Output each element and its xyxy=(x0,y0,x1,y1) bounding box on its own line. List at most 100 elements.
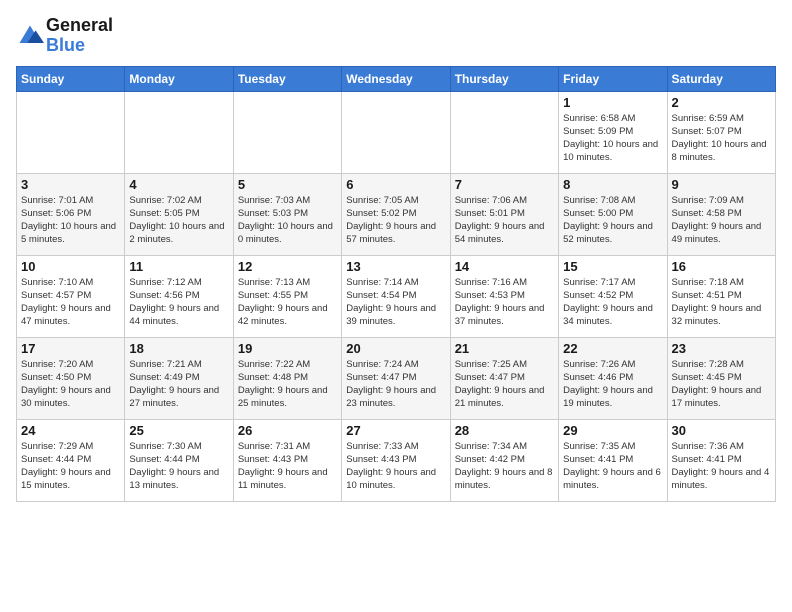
day-info: Sunrise: 7:34 AM Sunset: 4:42 PM Dayligh… xyxy=(455,440,554,493)
calendar-header-row: SundayMondayTuesdayWednesdayThursdayFrid… xyxy=(17,66,776,91)
calendar-cell: 26 Sunrise: 7:31 AM Sunset: 4:43 PM Dayli… xyxy=(233,419,341,501)
calendar-cell: 19 Sunrise: 7:22 AM Sunset: 4:48 PM Dayli… xyxy=(233,337,341,419)
day-info: Sunrise: 7:36 AM Sunset: 4:41 PM Dayligh… xyxy=(672,440,771,493)
day-number: 23 xyxy=(672,341,771,356)
calendar-cell: 22 Sunrise: 7:26 AM Sunset: 4:46 PM Dayli… xyxy=(559,337,667,419)
day-info: Sunrise: 7:09 AM Sunset: 4:58 PM Dayligh… xyxy=(672,194,771,247)
day-info: Sunrise: 7:33 AM Sunset: 4:43 PM Dayligh… xyxy=(346,440,445,493)
day-info: Sunrise: 7:18 AM Sunset: 4:51 PM Dayligh… xyxy=(672,276,771,329)
day-info: Sunrise: 7:13 AM Sunset: 4:55 PM Dayligh… xyxy=(238,276,337,329)
day-number: 20 xyxy=(346,341,445,356)
day-info: Sunrise: 6:58 AM Sunset: 5:09 PM Dayligh… xyxy=(563,112,662,165)
calendar-cell: 10 Sunrise: 7:10 AM Sunset: 4:57 PM Dayli… xyxy=(17,255,125,337)
calendar-cell: 12 Sunrise: 7:13 AM Sunset: 4:55 PM Dayli… xyxy=(233,255,341,337)
day-number: 24 xyxy=(21,423,120,438)
day-number: 4 xyxy=(129,177,228,192)
day-info: Sunrise: 7:01 AM Sunset: 5:06 PM Dayligh… xyxy=(21,194,120,247)
calendar-header-monday: Monday xyxy=(125,66,233,91)
header: General Blue xyxy=(16,16,776,56)
calendar-header-sunday: Sunday xyxy=(17,66,125,91)
calendar-cell: 30 Sunrise: 7:36 AM Sunset: 4:41 PM Dayli… xyxy=(667,419,775,501)
calendar-cell xyxy=(125,91,233,173)
calendar-cell: 1 Sunrise: 6:58 AM Sunset: 5:09 PM Daylig… xyxy=(559,91,667,173)
day-number: 16 xyxy=(672,259,771,274)
day-number: 21 xyxy=(455,341,554,356)
day-number: 22 xyxy=(563,341,662,356)
day-info: Sunrise: 6:59 AM Sunset: 5:07 PM Dayligh… xyxy=(672,112,771,165)
day-number: 18 xyxy=(129,341,228,356)
calendar-cell: 11 Sunrise: 7:12 AM Sunset: 4:56 PM Dayli… xyxy=(125,255,233,337)
calendar-cell: 27Sunrise: 7:33 AM Sunset: 4:43 PM Dayli… xyxy=(342,419,450,501)
day-number: 15 xyxy=(563,259,662,274)
calendar-cell: 23 Sunrise: 7:28 AM Sunset: 4:45 PM Dayli… xyxy=(667,337,775,419)
day-number: 11 xyxy=(129,259,228,274)
calendar-cell: 25Sunrise: 7:30 AM Sunset: 4:44 PM Dayli… xyxy=(125,419,233,501)
day-info: Sunrise: 7:14 AM Sunset: 4:54 PM Dayligh… xyxy=(346,276,445,329)
calendar-cell: 17 Sunrise: 7:20 AM Sunset: 4:50 PM Dayli… xyxy=(17,337,125,419)
logo-general: General xyxy=(46,15,113,35)
day-number: 7 xyxy=(455,177,554,192)
day-number: 28 xyxy=(455,423,554,438)
day-number: 19 xyxy=(238,341,337,356)
day-info: Sunrise: 7:12 AM Sunset: 4:56 PM Dayligh… xyxy=(129,276,228,329)
calendar-cell: 14 Sunrise: 7:16 AM Sunset: 4:53 PM Dayli… xyxy=(450,255,558,337)
day-info: Sunrise: 7:22 AM Sunset: 4:48 PM Dayligh… xyxy=(238,358,337,411)
calendar-cell xyxy=(450,91,558,173)
calendar-header-wednesday: Wednesday xyxy=(342,66,450,91)
calendar-cell xyxy=(17,91,125,173)
day-number: 13 xyxy=(346,259,445,274)
calendar-cell: 16 Sunrise: 7:18 AM Sunset: 4:51 PM Dayli… xyxy=(667,255,775,337)
calendar-cell: 4Sunrise: 7:02 AM Sunset: 5:05 PM Daylig… xyxy=(125,173,233,255)
calendar-cell: 18 Sunrise: 7:21 AM Sunset: 4:49 PM Dayli… xyxy=(125,337,233,419)
calendar-cell: 2 Sunrise: 6:59 AM Sunset: 5:07 PM Daylig… xyxy=(667,91,775,173)
calendar-table: SundayMondayTuesdayWednesdayThursdayFrid… xyxy=(16,66,776,502)
day-info: Sunrise: 7:28 AM Sunset: 4:45 PM Dayligh… xyxy=(672,358,771,411)
calendar-cell: 13 Sunrise: 7:14 AM Sunset: 4:54 PM Dayli… xyxy=(342,255,450,337)
calendar-cell: 28 Sunrise: 7:34 AM Sunset: 4:42 PM Dayli… xyxy=(450,419,558,501)
day-info: Sunrise: 7:26 AM Sunset: 4:46 PM Dayligh… xyxy=(563,358,662,411)
day-info: Sunrise: 7:17 AM Sunset: 4:52 PM Dayligh… xyxy=(563,276,662,329)
calendar-cell: 8Sunrise: 7:08 AM Sunset: 5:00 PM Daylig… xyxy=(559,173,667,255)
calendar-cell xyxy=(342,91,450,173)
day-number: 14 xyxy=(455,259,554,274)
logo: General Blue xyxy=(16,16,113,56)
day-number: 29 xyxy=(563,423,662,438)
day-number: 1 xyxy=(563,95,662,110)
day-number: 25 xyxy=(129,423,228,438)
day-info: Sunrise: 7:05 AM Sunset: 5:02 PM Dayligh… xyxy=(346,194,445,247)
page: General Blue SundayMondayTuesdayWednesda… xyxy=(0,0,792,612)
day-number: 26 xyxy=(238,423,337,438)
day-info: Sunrise: 7:31 AM Sunset: 4:43 PM Dayligh… xyxy=(238,440,337,493)
day-number: 12 xyxy=(238,259,337,274)
calendar-header-tuesday: Tuesday xyxy=(233,66,341,91)
day-number: 6 xyxy=(346,177,445,192)
calendar-week-2: 10 Sunrise: 7:10 AM Sunset: 4:57 PM Dayli… xyxy=(17,255,776,337)
calendar-header-saturday: Saturday xyxy=(667,66,775,91)
calendar-cell: 20 Sunrise: 7:24 AM Sunset: 4:47 PM Dayli… xyxy=(342,337,450,419)
logo-icon xyxy=(16,22,44,50)
day-number: 17 xyxy=(21,341,120,356)
day-number: 5 xyxy=(238,177,337,192)
calendar-cell: 5 Sunrise: 7:03 AM Sunset: 5:03 PM Daylig… xyxy=(233,173,341,255)
day-number: 2 xyxy=(672,95,771,110)
day-info: Sunrise: 7:24 AM Sunset: 4:47 PM Dayligh… xyxy=(346,358,445,411)
calendar-cell: 21Sunrise: 7:25 AM Sunset: 4:47 PM Dayli… xyxy=(450,337,558,419)
calendar-week-4: 24 Sunrise: 7:29 AM Sunset: 4:44 PM Dayli… xyxy=(17,419,776,501)
day-number: 30 xyxy=(672,423,771,438)
calendar-header-friday: Friday xyxy=(559,66,667,91)
day-number: 9 xyxy=(672,177,771,192)
day-number: 10 xyxy=(21,259,120,274)
day-info: Sunrise: 7:21 AM Sunset: 4:49 PM Dayligh… xyxy=(129,358,228,411)
day-info: Sunrise: 7:10 AM Sunset: 4:57 PM Dayligh… xyxy=(21,276,120,329)
calendar-cell: 24 Sunrise: 7:29 AM Sunset: 4:44 PM Dayli… xyxy=(17,419,125,501)
day-info: Sunrise: 7:08 AM Sunset: 5:00 PM Dayligh… xyxy=(563,194,662,247)
day-info: Sunrise: 7:06 AM Sunset: 5:01 PM Dayligh… xyxy=(455,194,554,247)
day-info: Sunrise: 7:03 AM Sunset: 5:03 PM Dayligh… xyxy=(238,194,337,247)
day-info: Sunrise: 7:20 AM Sunset: 4:50 PM Dayligh… xyxy=(21,358,120,411)
day-info: Sunrise: 7:16 AM Sunset: 4:53 PM Dayligh… xyxy=(455,276,554,329)
calendar-header-thursday: Thursday xyxy=(450,66,558,91)
day-info: Sunrise: 7:29 AM Sunset: 4:44 PM Dayligh… xyxy=(21,440,120,493)
calendar-cell xyxy=(233,91,341,173)
day-number: 3 xyxy=(21,177,120,192)
calendar-week-1: 3 Sunrise: 7:01 AM Sunset: 5:06 PM Daylig… xyxy=(17,173,776,255)
